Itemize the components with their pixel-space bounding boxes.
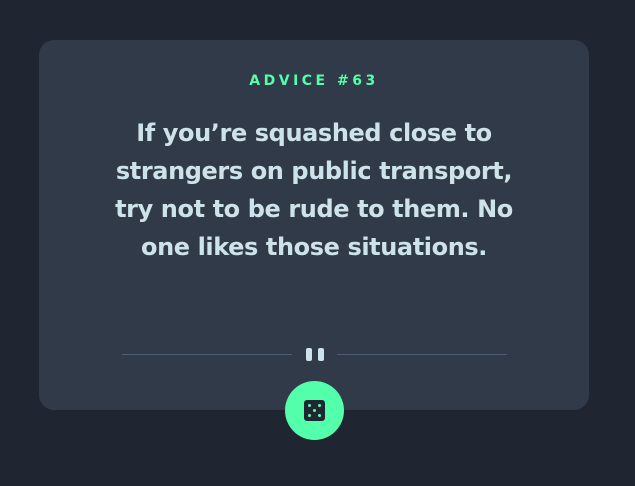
advice-id-label: ADVICE #63 [249, 73, 379, 89]
generate-advice-button[interactable] [285, 381, 344, 440]
advice-card: ADVICE #63 If you’re squashed close to s… [39, 40, 589, 410]
pause-icon [306, 348, 324, 361]
divider-line-right [337, 354, 507, 355]
divider [122, 346, 507, 362]
dice-icon [304, 400, 325, 421]
advice-quote: If you’re squashed close to strangers on… [115, 119, 513, 261]
divider-line-left [122, 354, 292, 355]
